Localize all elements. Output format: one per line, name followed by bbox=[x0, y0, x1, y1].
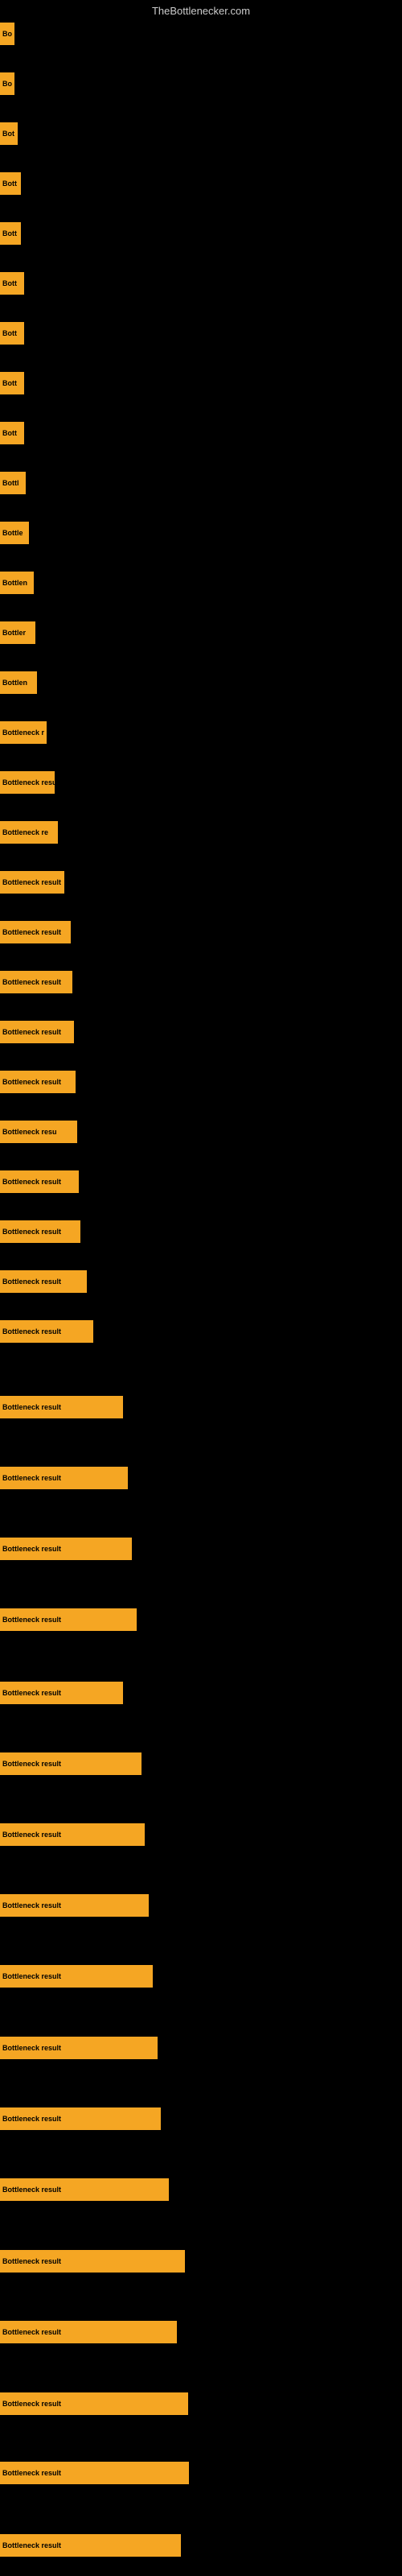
bar-label: Bo bbox=[2, 30, 12, 38]
bar-label: Bottleneck result bbox=[2, 2115, 61, 2123]
bar-item: Bottl bbox=[0, 472, 26, 494]
bar-item: Bottleneck result bbox=[0, 2250, 185, 2273]
bar-item: Bottleneck result bbox=[0, 1823, 145, 1846]
bar-label: Bottleneck result bbox=[2, 2541, 61, 2549]
bar-item: Bottleneck result bbox=[0, 2321, 177, 2343]
bar-label: Bottleneck result bbox=[2, 1278, 61, 1286]
bar-item: Bottlen bbox=[0, 572, 34, 594]
bar-label: Bottleneck result bbox=[2, 1689, 61, 1697]
bar-label: Bott bbox=[2, 379, 17, 387]
bar-item: Bottleneck result bbox=[0, 1270, 87, 1293]
bar-item: Bottleneck result bbox=[0, 1467, 128, 1489]
bar-item: Bottleneck result bbox=[0, 2462, 189, 2484]
bar-item: Bott bbox=[0, 172, 21, 195]
bar-item: Bottleneck result bbox=[0, 2534, 181, 2557]
bar-label: Bottleneck result bbox=[2, 1545, 61, 1553]
bar-label: Bottleneck result bbox=[2, 1972, 61, 1980]
bar-label: Bottleneck result bbox=[2, 1078, 61, 1086]
bar-label: Bottleneck re bbox=[2, 828, 48, 836]
bar-label: Bottlen bbox=[2, 679, 27, 687]
bar-label: Bottleneck result bbox=[2, 978, 61, 986]
bar-label: Bottleneck result bbox=[2, 1403, 61, 1411]
bar-label: Bottleneck result bbox=[2, 2044, 61, 2052]
bar-item: Bottleneck result bbox=[0, 1220, 80, 1243]
bar-label: Bottler bbox=[2, 629, 26, 637]
site-title: TheBottlenecker.com bbox=[0, 0, 402, 23]
bar-item: Bott bbox=[0, 272, 24, 295]
bar-label: Bottleneck result bbox=[2, 928, 61, 936]
bar-label: Bottleneck result bbox=[2, 1616, 61, 1624]
bar-item: Bott bbox=[0, 422, 24, 444]
bar-label: Bott bbox=[2, 329, 17, 337]
bar-label: Bottleneck result bbox=[2, 2328, 61, 2336]
bar-item: Bottleneck result bbox=[0, 2178, 169, 2201]
bar-label: Bottleneck r bbox=[2, 729, 44, 737]
bar-label: Bottlen bbox=[2, 579, 27, 587]
bar-label: Bottleneck result bbox=[2, 1831, 61, 1839]
bar-label: Bottleneck result bbox=[2, 2186, 61, 2194]
bar-item: Bottleneck result bbox=[0, 1170, 79, 1193]
bar-item: Bottleneck result bbox=[0, 1965, 153, 1988]
bar-label: Bottleneck result bbox=[2, 1178, 61, 1186]
bar-label: Bottleneck result bbox=[2, 1760, 61, 1768]
bar-item: Bottleneck result bbox=[0, 2107, 161, 2130]
bar-item: Bottleneck resu bbox=[0, 1121, 77, 1143]
bar-item: Bottleneck result bbox=[0, 1021, 74, 1043]
bar-label: Bottl bbox=[2, 479, 19, 487]
bar-item: Bottleneck r bbox=[0, 721, 47, 744]
bar-item: Bott bbox=[0, 322, 24, 345]
bar-item: Bott bbox=[0, 222, 21, 245]
bar-item: Bottleneck result bbox=[0, 2392, 188, 2415]
bar-label: Bottleneck result bbox=[2, 878, 61, 886]
bar-item: Bottleneck result bbox=[0, 921, 71, 943]
bar-item: Bo bbox=[0, 23, 14, 45]
bar-item: Bottleneck result bbox=[0, 1894, 149, 1917]
bar-item: Bottleneck result bbox=[0, 871, 64, 894]
bar-label: Bottleneck resu bbox=[2, 778, 55, 786]
bar-item: Bottleneck resu bbox=[0, 771, 55, 794]
bar-item: Bottleneck re bbox=[0, 821, 58, 844]
bar-label: Bott bbox=[2, 180, 17, 188]
bar-item: Bo bbox=[0, 72, 14, 95]
bar-item: Bottleneck result bbox=[0, 1608, 137, 1631]
bar-label: Bottleneck result bbox=[2, 1474, 61, 1482]
bar-item: Bottler bbox=[0, 621, 35, 644]
bar-label: Bottleneck result bbox=[2, 2469, 61, 2477]
bar-label: Bottleneck result bbox=[2, 1228, 61, 1236]
bar-item: Bottleneck result bbox=[0, 1396, 123, 1418]
bar-label: Bott bbox=[2, 229, 17, 237]
bar-item: Bottlen bbox=[0, 671, 37, 694]
bar-item: Bott bbox=[0, 372, 24, 394]
bar-label: Bottleneck result bbox=[2, 1028, 61, 1036]
bar-item: Bottle bbox=[0, 522, 29, 544]
bar-item: Bottleneck result bbox=[0, 1071, 76, 1093]
bar-item: Bottleneck result bbox=[0, 971, 72, 993]
bar-item: Bot bbox=[0, 122, 18, 145]
bar-item: Bottleneck result bbox=[0, 1538, 132, 1560]
bar-item: Bottleneck result bbox=[0, 1320, 93, 1343]
bar-label: Bottleneck result bbox=[2, 2257, 61, 2265]
bar-item: Bottleneck result bbox=[0, 1752, 142, 1775]
bar-label: Bot bbox=[2, 130, 14, 138]
bar-label: Bottleneck resu bbox=[2, 1128, 57, 1136]
bar-item: Bottleneck result bbox=[0, 1682, 123, 1704]
bar-label: Bottle bbox=[2, 529, 23, 537]
bar-label: Bottleneck result bbox=[2, 1327, 61, 1335]
bar-label: Bott bbox=[2, 429, 17, 437]
bar-label: Bo bbox=[2, 80, 12, 88]
bar-label: Bottleneck result bbox=[2, 2400, 61, 2408]
bar-item: Bottleneck result bbox=[0, 2037, 158, 2059]
bar-label: Bott bbox=[2, 279, 17, 287]
bar-label: Bottleneck result bbox=[2, 1901, 61, 1909]
